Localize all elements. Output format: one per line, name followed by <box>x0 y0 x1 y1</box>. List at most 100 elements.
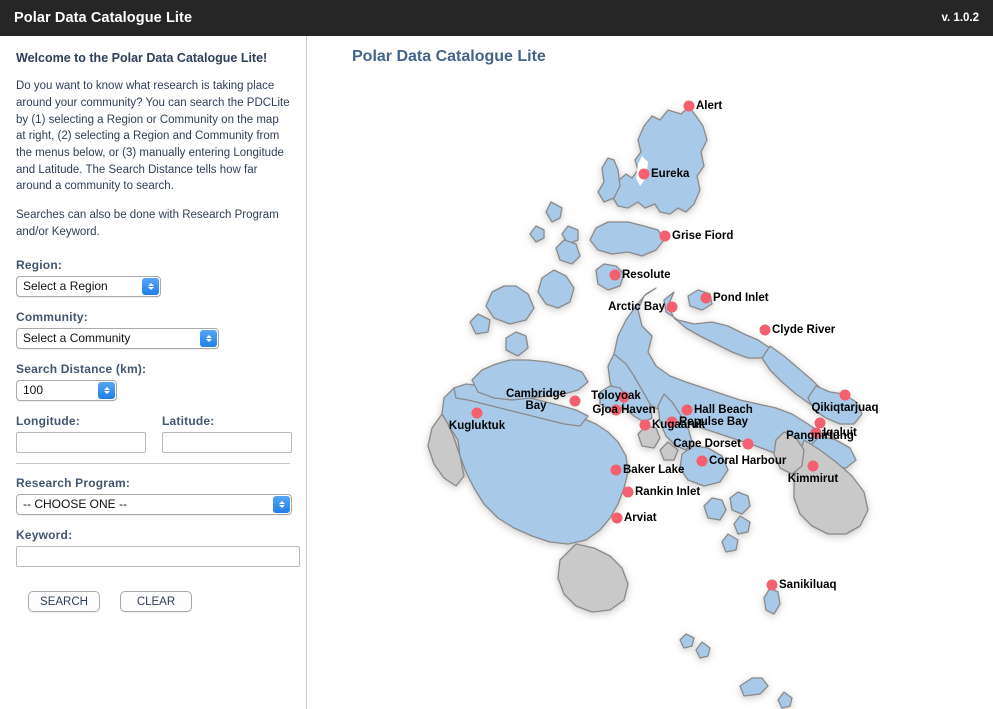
action-buttons: SEARCH CLEAR <box>16 591 290 612</box>
map-marker-label[interactable]: Cape Dorset <box>673 438 741 450</box>
map-marker-label[interactable]: Coral Harbour <box>709 455 786 467</box>
latitude-label: Latitude: <box>162 414 292 428</box>
small-island-b <box>530 226 544 242</box>
map-marker-label[interactable]: Kugluktuk <box>449 420 505 432</box>
ellesmere-island <box>612 107 707 214</box>
community-label: Community: <box>16 310 290 324</box>
region-select-value: Select a Region <box>17 277 160 296</box>
section-divider <box>16 463 290 464</box>
hudson-bay-island-b <box>722 534 738 552</box>
longitude-field: Longitude: <box>16 414 146 453</box>
map-marker-label[interactable]: Iqaluit <box>823 427 857 439</box>
nunavut-map[interactable] <box>308 36 993 709</box>
region-select[interactable]: Select a Region <box>16 276 161 297</box>
clear-button[interactable]: CLEAR <box>120 591 192 612</box>
keyword-input[interactable] <box>16 546 300 567</box>
keyword-label: Keyword: <box>16 528 290 542</box>
search-distance-field: Search Distance (km): 100 <box>16 362 290 401</box>
region-field: Region: Select a Region <box>16 258 290 297</box>
map-marker-label[interactable]: Clyde River <box>772 324 835 336</box>
longitude-input[interactable] <box>16 432 146 453</box>
app-version: v. 1.0.2 <box>941 12 979 24</box>
belcher-island-b <box>680 634 694 648</box>
app-header: Polar Data Catalogue Lite v. 1.0.2 <box>0 0 993 36</box>
keyword-field: Keyword: <box>16 528 290 567</box>
map-marker[interactable] <box>611 465 622 476</box>
map-panel: Polar Data Catalogue Lite <box>308 36 993 709</box>
research-program-value: -- CHOOSE ONE -- <box>17 495 291 514</box>
map-marker-label[interactable]: Gjoa Haven <box>592 404 655 416</box>
map-marker-label[interactable]: Kimmirut <box>788 473 838 485</box>
longitude-label: Longitude: <box>16 414 146 428</box>
map-marker[interactable] <box>610 270 621 281</box>
latitude-input[interactable] <box>162 432 292 453</box>
coats-island <box>704 498 726 520</box>
map-marker-label[interactable]: Pond Inlet <box>713 292 769 304</box>
region-label: Region: <box>16 258 290 272</box>
map-marker-label[interactable]: Resolute <box>622 269 671 281</box>
devon-island <box>590 222 664 256</box>
chevron-up-down-icon <box>142 278 159 295</box>
map-marker[interactable] <box>682 405 693 416</box>
search-distance-label: Search Distance (km): <box>16 362 290 376</box>
map-marker-label[interactable]: Toloyoak <box>591 390 641 402</box>
mansel-island <box>730 492 750 514</box>
map-marker[interactable] <box>472 408 483 419</box>
belcher-island-main <box>764 588 780 614</box>
map-marker[interactable] <box>570 396 581 407</box>
map-marker-label[interactable]: Sanikiluaq <box>779 579 837 591</box>
map-marker-label[interactable]: Cambridge Bay <box>505 388 567 412</box>
search-button[interactable]: SEARCH <box>28 591 100 612</box>
chevron-up-down-icon <box>98 382 115 399</box>
map-marker[interactable] <box>808 461 819 472</box>
chevron-up-down-icon <box>273 496 290 513</box>
map-marker-label[interactable]: Hall Beach <box>694 404 753 416</box>
map-marker-label[interactable]: Arviat <box>624 512 657 524</box>
map-marker[interactable] <box>767 580 778 591</box>
map-marker-label[interactable]: Rankin Inlet <box>635 486 700 498</box>
map-marker[interactable] <box>701 293 712 304</box>
community-field: Community: Select a Community <box>16 310 290 349</box>
coordinates-row: Longitude: Latitude: <box>16 414 290 453</box>
small-island-e <box>506 332 528 356</box>
hudson-bay-island-a <box>734 516 750 534</box>
community-select[interactable]: Select a Community <box>16 328 219 349</box>
small-island-d <box>470 314 490 334</box>
map-marker[interactable] <box>640 420 651 431</box>
map-marker[interactable] <box>760 325 771 336</box>
map-marker-label[interactable]: Alert <box>696 100 722 112</box>
small-island-a <box>546 202 562 222</box>
map-marker-label[interactable]: Repulse Bay <box>679 416 748 428</box>
map-marker[interactable] <box>639 169 650 180</box>
map-marker-label[interactable]: Baker Lake <box>623 464 684 476</box>
island-north-resolute <box>556 240 580 264</box>
belcher-island-d <box>740 678 768 696</box>
map-marker[interactable] <box>840 390 851 401</box>
map-marker[interactable] <box>612 513 623 524</box>
intro-paragraph-1: Do you want to know what research is tak… <box>16 78 290 195</box>
map-marker-label[interactable]: Arctic Bay <box>608 301 665 313</box>
map-marker[interactable] <box>623 487 634 498</box>
map-marker[interactable] <box>667 302 678 313</box>
bathurst-island <box>538 270 574 308</box>
belcher-island-c <box>696 642 710 658</box>
latitude-field: Latitude: <box>162 414 292 453</box>
belcher-island-e <box>778 692 792 708</box>
intro-paragraph-2: Searches can also be done with Research … <box>16 207 290 240</box>
map-marker-label[interactable]: Grise Fiord <box>672 230 733 242</box>
research-program-label: Research Program: <box>16 476 290 490</box>
community-select-value: Select a Community <box>17 329 218 348</box>
app-title: Polar Data Catalogue Lite <box>14 10 192 26</box>
chevron-up-down-icon <box>200 330 217 347</box>
search-sidebar: Welcome to the Polar Data Catalogue Lite… <box>0 36 307 709</box>
map-marker[interactable] <box>660 231 671 242</box>
melville-island <box>486 286 534 324</box>
map-marker[interactable] <box>743 439 754 450</box>
map-marker[interactable] <box>684 101 695 112</box>
map-marker-label[interactable]: Eureka <box>651 168 689 180</box>
map-marker-label[interactable]: Qikiqtarjuaq <box>811 402 878 414</box>
map-marker[interactable] <box>697 456 708 467</box>
application-window: Polar Data Catalogue Lite v. 1.0.2 Welco… <box>0 0 993 709</box>
search-distance-select[interactable]: 100 <box>16 380 117 401</box>
research-program-select[interactable]: -- CHOOSE ONE -- <box>16 494 292 515</box>
